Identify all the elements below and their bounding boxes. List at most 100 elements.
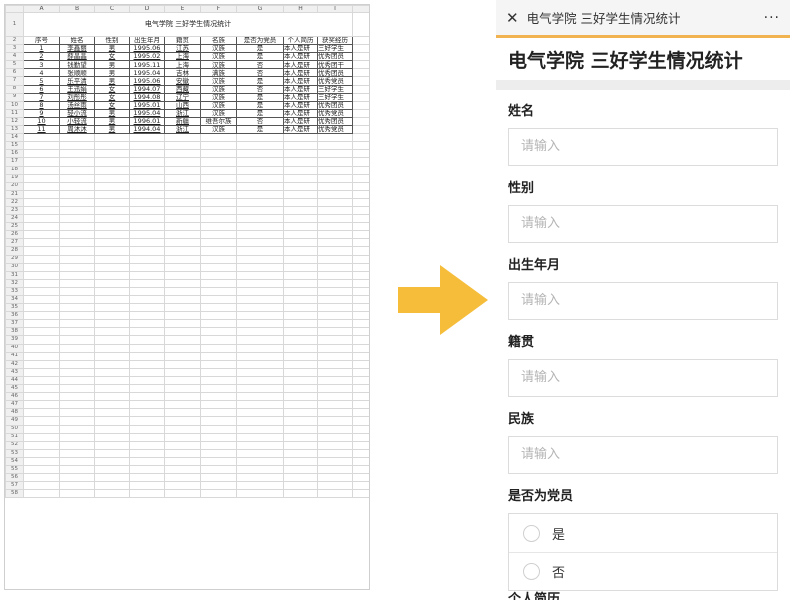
cell[interactable]: [59, 197, 95, 207]
row-number[interactable]: 10: [5, 100, 24, 110]
row-number[interactable]: 21: [5, 189, 24, 199]
cell[interactable]: [164, 464, 201, 475]
cell[interactable]: [352, 343, 369, 353]
cell[interactable]: [352, 359, 369, 369]
cell[interactable]: [200, 246, 237, 256]
column-header[interactable]: B: [59, 5, 95, 13]
cell[interactable]: [94, 197, 130, 207]
cell[interactable]: [164, 189, 201, 199]
cell[interactable]: [164, 481, 201, 491]
cell[interactable]: 男: [94, 44, 130, 54]
cell[interactable]: [94, 319, 130, 329]
birth-date-input[interactable]: 请输入: [508, 282, 778, 320]
cell[interactable]: [317, 133, 353, 143]
cell[interactable]: 新疆: [164, 116, 201, 127]
cell[interactable]: [317, 230, 353, 240]
cell[interactable]: [236, 456, 284, 466]
cell[interactable]: [59, 384, 95, 394]
cell[interactable]: [352, 108, 369, 118]
cell[interactable]: [164, 343, 201, 353]
cell[interactable]: [23, 189, 60, 199]
cell[interactable]: [236, 230, 284, 240]
cell[interactable]: [164, 222, 201, 232]
cell[interactable]: 优秀团员: [317, 100, 353, 110]
cell[interactable]: 辽宁: [164, 92, 201, 102]
cell[interactable]: [200, 319, 237, 329]
cell[interactable]: [164, 424, 201, 434]
cell[interactable]: [59, 311, 95, 321]
cell[interactable]: [352, 335, 369, 345]
cell[interactable]: [164, 440, 201, 450]
cell[interactable]: [59, 375, 95, 386]
cell[interactable]: [129, 214, 165, 224]
cell[interactable]: [129, 473, 165, 483]
cell[interactable]: [283, 294, 318, 305]
cell[interactable]: [94, 408, 130, 418]
cell[interactable]: [236, 416, 284, 426]
header-cell[interactable]: 出生年月: [129, 35, 165, 46]
cell[interactable]: [283, 181, 318, 191]
radio-option-no[interactable]: 否: [509, 552, 777, 590]
cell[interactable]: 男: [94, 116, 130, 127]
cell[interactable]: [23, 149, 60, 159]
cell[interactable]: [283, 222, 318, 232]
cell[interactable]: [164, 400, 201, 410]
cell[interactable]: [94, 173, 130, 183]
cell[interactable]: 优秀党员: [317, 108, 353, 118]
cell[interactable]: [129, 262, 165, 272]
cell[interactable]: [236, 408, 284, 418]
cell[interactable]: 上海: [164, 52, 201, 62]
cell[interactable]: [23, 165, 60, 175]
cell[interactable]: [236, 278, 284, 288]
cell[interactable]: [236, 343, 284, 353]
cell[interactable]: [317, 303, 353, 313]
cell[interactable]: 山西: [164, 100, 201, 110]
cell[interactable]: [164, 335, 201, 345]
cell[interactable]: [317, 400, 353, 410]
cell[interactable]: 是: [236, 52, 284, 62]
cell[interactable]: [352, 205, 369, 216]
cell[interactable]: [23, 375, 60, 386]
row-number[interactable]: 16: [5, 149, 24, 159]
cell[interactable]: 男: [94, 68, 130, 78]
column-header[interactable]: C: [94, 5, 130, 13]
cell[interactable]: [236, 335, 284, 345]
cell[interactable]: 优秀党员: [317, 125, 353, 135]
cell[interactable]: [352, 448, 369, 458]
cell[interactable]: [317, 149, 353, 159]
cell[interactable]: [283, 473, 318, 483]
cell[interactable]: [283, 230, 318, 240]
cell[interactable]: [59, 456, 95, 466]
cell[interactable]: [23, 157, 60, 167]
cell[interactable]: [352, 165, 369, 175]
cell[interactable]: 浙江: [164, 108, 201, 118]
cell[interactable]: 优秀团干: [317, 60, 353, 70]
row-number[interactable]: 9: [5, 92, 24, 102]
cell[interactable]: 2: [23, 52, 60, 62]
cell[interactable]: [236, 319, 284, 329]
cell[interactable]: [129, 448, 165, 458]
column-header[interactable]: H: [283, 5, 318, 13]
cell[interactable]: [236, 303, 284, 313]
cell[interactable]: [352, 481, 369, 491]
cell[interactable]: [94, 278, 130, 288]
cell[interactable]: [129, 149, 165, 159]
cell[interactable]: [236, 375, 284, 386]
cell[interactable]: [164, 278, 201, 288]
cell[interactable]: [94, 141, 130, 151]
header-cell[interactable]: 序号: [23, 35, 60, 46]
cell[interactable]: [94, 149, 130, 159]
row-number[interactable]: 14: [5, 133, 24, 143]
cell[interactable]: [23, 246, 60, 256]
cell[interactable]: [164, 432, 201, 442]
cell[interactable]: [317, 392, 353, 402]
cell[interactable]: [352, 367, 369, 377]
cell[interactable]: [59, 157, 95, 167]
cell[interactable]: [23, 254, 60, 264]
cell[interactable]: 女: [94, 52, 130, 62]
row-number[interactable]: 46: [5, 392, 24, 402]
cell[interactable]: [200, 367, 237, 377]
cell[interactable]: [23, 294, 60, 305]
cell[interactable]: [200, 343, 237, 353]
cell[interactable]: [200, 303, 237, 313]
